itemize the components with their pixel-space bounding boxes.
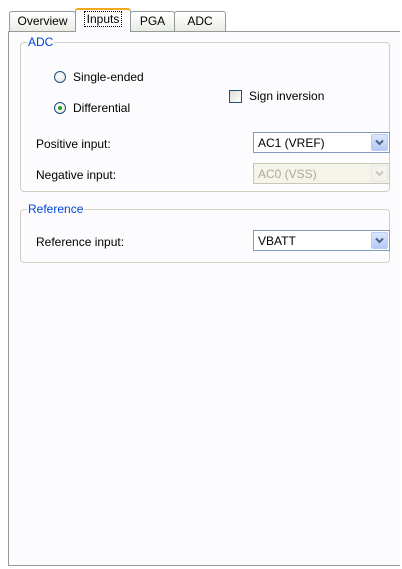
checkbox-icon xyxy=(229,89,242,103)
differential-radio[interactable]: Differential xyxy=(54,101,130,115)
tab-adc[interactable]: ADC xyxy=(174,11,226,31)
negative-input-label: Negative input: xyxy=(36,168,117,182)
tab-inputs[interactable]: Inputs xyxy=(75,8,131,32)
tab-panel-inputs: ADC Single-ended Differential Sign inver… xyxy=(8,31,400,566)
chevron-down-icon[interactable] xyxy=(371,134,388,151)
tab-overview[interactable]: Overview xyxy=(9,11,76,31)
chevron-down-icon xyxy=(371,165,388,182)
radio-button-icon xyxy=(54,71,66,83)
tab-inputs-label: Inputs xyxy=(83,11,123,27)
negative-input-value: AC0 (VSS) xyxy=(258,166,317,181)
adc-group-title: ADC xyxy=(28,35,54,49)
tab-pga[interactable]: PGA xyxy=(130,11,175,31)
sign-inversion-checkbox[interactable]: Sign inversion xyxy=(229,89,324,103)
single-ended-radio[interactable]: Single-ended xyxy=(54,70,144,84)
single-ended-label: Single-ended xyxy=(73,70,144,84)
reference-group-title: Reference xyxy=(28,202,84,216)
sign-inversion-label: Sign inversion xyxy=(249,89,325,103)
chevron-down-icon[interactable] xyxy=(371,232,388,249)
positive-input-label: Positive input: xyxy=(36,137,111,151)
positive-input-select[interactable]: AC1 (VREF) xyxy=(253,132,390,153)
tab-overview-label: Overview xyxy=(17,14,68,28)
differential-label: Differential xyxy=(73,101,131,115)
tab-adc-label: ADC xyxy=(187,14,213,28)
reference-input-value: VBATT xyxy=(258,233,296,248)
radio-button-selected-icon xyxy=(54,102,66,114)
positive-input-value: AC1 (VREF) xyxy=(258,135,325,150)
reference-input-select[interactable]: VBATT xyxy=(253,230,390,251)
tab-pga-label: PGA xyxy=(139,14,166,28)
negative-input-select: AC0 (VSS) xyxy=(253,163,390,184)
reference-input-label: Reference input: xyxy=(36,235,125,249)
